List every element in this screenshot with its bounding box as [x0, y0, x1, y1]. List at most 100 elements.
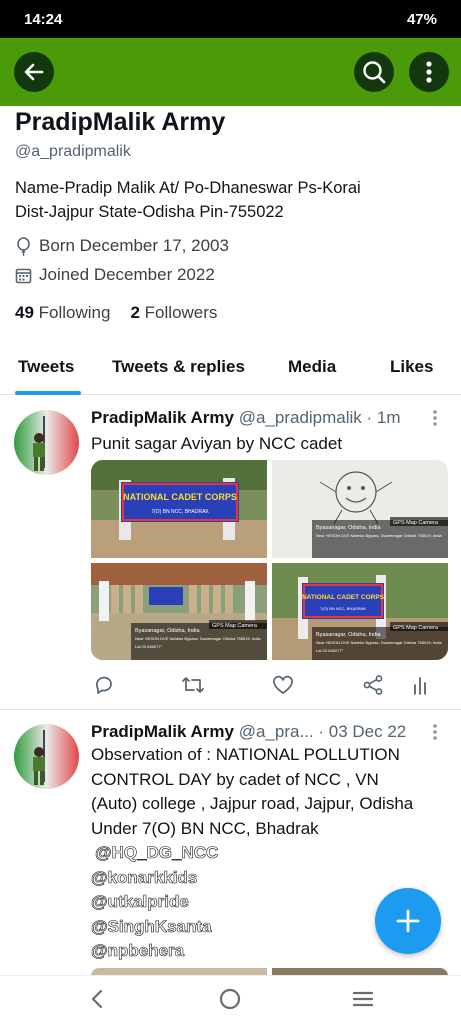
search-button[interactable] — [354, 52, 394, 92]
back-icon — [91, 989, 103, 1009]
tweet-photo[interactable]: Byasanagar, Odisha, India Near HESON DVE… — [272, 460, 448, 558]
nav-home-button[interactable] — [219, 988, 241, 1015]
tab-likes[interactable]: Likes — [390, 357, 433, 377]
like-button[interactable] — [272, 674, 294, 701]
analytics-icon — [414, 677, 426, 695]
banner-text: NATIONAL CADET CORPS — [302, 594, 385, 601]
tweet-author-handle: @a_pra... — [238, 722, 314, 741]
share-button[interactable] — [362, 674, 384, 701]
calendar-icon — [15, 268, 32, 283]
gps-badge: GPS Map Camera — [393, 520, 439, 526]
tweet-photo[interactable] — [91, 968, 267, 975]
home-icon — [219, 988, 241, 1010]
banner-text: NATIONAL CADET CORPS — [123, 492, 237, 502]
nav-back-button[interactable] — [88, 988, 106, 1015]
tweet-text-line: Observation of : NATIONAL POLLUTION — [91, 745, 400, 764]
following-count: 49 — [15, 303, 34, 322]
plus-icon — [396, 909, 420, 933]
joined-row: Joined December 2022 — [15, 265, 215, 285]
tweet-photo[interactable]: Byasanagar, Odisha, India Near HESON DVE… — [91, 563, 267, 660]
tweet[interactable]: PradipMalik Army @a_pradipmalik · 1m Pun… — [0, 396, 461, 710]
mention-text: @HQ_DG_NCC — [95, 843, 219, 863]
more-vertical-icon — [426, 61, 432, 83]
followers-count: 2 — [130, 303, 140, 322]
tweet-header: PradipMalik Army @a_pra... · 03 Dec 22 — [91, 722, 406, 742]
overlay-line: Near HESON DVE Naheko Bypass, Dwarenagar… — [316, 640, 442, 645]
avatar[interactable] — [14, 410, 79, 475]
profile-tabs: Tweets Tweets & replies Media Likes — [0, 345, 461, 395]
birthday-row: Born December 17, 2003 — [15, 236, 229, 256]
active-tab-indicator — [15, 391, 81, 395]
tweet-text-line: (Auto) college , Jajpur road, Jajpur, Od… — [91, 794, 414, 813]
following-label: Following — [38, 303, 111, 322]
profile-handle: @a_pradipmalik — [15, 143, 131, 160]
tweet-actions — [91, 674, 436, 696]
more-vertical-icon — [433, 724, 437, 740]
tweet-text-line: Under 7(O) BN NCC, Bhadrak — [91, 818, 319, 838]
mention-link[interactable]: @konarkkids — [91, 865, 441, 890]
analytics-button[interactable] — [413, 674, 429, 701]
overlay-line: Near HESON DVE Naheko Bypass, Dwarenagar… — [316, 533, 442, 538]
banner-subtext: 7(O) BN NCC, BHADRAK — [320, 606, 366, 611]
overlay-title: Byasanagar, Odisha, India — [316, 525, 381, 531]
tab-tweets[interactable]: Tweets — [18, 357, 74, 377]
status-time: 14:24 — [24, 11, 63, 28]
tweet-photo[interactable]: NATIONAL CADET CORPS 7(O) BN NCC, BHADRA… — [272, 563, 448, 660]
nav-recents-button[interactable] — [352, 988, 374, 1015]
more-options-button[interactable] — [409, 52, 449, 92]
arrow-left-icon — [24, 63, 44, 81]
more-vertical-icon — [433, 410, 437, 426]
tweet-media-grid: NATIONAL CADET CORPS 7(O) BN NCC, BHADRA… — [91, 460, 448, 660]
birthday-text: Born December 17, 2003 — [39, 236, 229, 255]
retweet-button[interactable] — [181, 674, 205, 701]
tweet-menu-button[interactable] — [432, 724, 440, 745]
following-link[interactable]: 49 Following — [15, 303, 110, 323]
tweet-time: · 1m — [366, 408, 401, 427]
tab-media[interactable]: Media — [288, 357, 336, 377]
profile-bio: Name-Pradip Malik At/ Po-Dhaneswar Ps-Ko… — [15, 176, 446, 224]
tweet-text-line: CONTROL DAY by cadet of NCC , VN — [91, 769, 379, 789]
mention-link[interactable]: @HQ_DG_NCC — [91, 841, 441, 866]
search-icon — [363, 61, 386, 84]
tweet-author-handle: @a_pradipmalik — [238, 408, 362, 427]
overlay-lat: Lat 20.846077° — [316, 648, 344, 653]
profile-name: PradipMalik Army — [15, 108, 226, 136]
joined-text: Joined December 2022 — [39, 265, 215, 284]
mention-text: @SinghKsanta — [91, 916, 212, 936]
reply-button[interactable] — [93, 674, 115, 701]
like-icon — [273, 675, 293, 694]
recents-icon — [352, 991, 374, 1007]
system-nav-bar — [0, 975, 461, 1024]
followers-label: Followers — [144, 303, 218, 322]
tweet-photo[interactable]: NATIONAL CADET CORPS 7(O) BN NCC, BHADRA… — [91, 460, 267, 558]
battery-level: 47% — [406, 11, 437, 28]
avatar-image — [14, 410, 79, 475]
tweet-author-name[interactable]: PradipMalik Army — [91, 722, 234, 741]
reply-icon — [96, 676, 112, 694]
overlay-lat: Lat 20.846077° — [135, 644, 163, 649]
avatar-image — [14, 724, 79, 789]
tweet-time: · 03 Dec 22 — [318, 722, 407, 741]
compose-tweet-button[interactable] — [375, 888, 441, 954]
tweet-menu-button[interactable] — [432, 410, 440, 431]
bio-line: Name-Pradip Malik At/ Po-Dhaneswar Ps-Ko… — [15, 179, 361, 197]
tweet-header: PradipMalik Army @a_pradipmalik · 1m — [91, 408, 401, 428]
overlay-line: Near HESON DVE Naheko Bypass, Dwarenagar… — [135, 636, 261, 641]
status-bar: 14:24 47% — [0, 0, 461, 38]
tweet-author-name[interactable]: PradipMalik Army — [91, 408, 234, 427]
gps-badge: GPS Map Camera — [212, 623, 258, 629]
tweet-photo[interactable] — [272, 968, 448, 975]
overlay-title: Byasanagar, Odisha, India — [135, 628, 200, 634]
avatar[interactable] — [14, 724, 79, 789]
back-button[interactable] — [14, 52, 54, 92]
mention-text: @npbehera — [91, 941, 185, 961]
mention-text: @konarkkids — [91, 867, 198, 887]
follow-stats: 49 Following 2 Followers — [15, 303, 217, 323]
banner-subtext: 7(O) BN NCC, BHADRAK — [151, 509, 209, 515]
share-icon — [363, 675, 383, 695]
tweet-text: Punit sagar Aviyan by NCC cadet — [91, 434, 343, 453]
followers-link[interactable]: 2 Followers — [130, 303, 217, 323]
app-bar — [0, 38, 461, 106]
tab-tweets-replies[interactable]: Tweets & replies — [112, 357, 245, 377]
bio-line: Dist-Jajpur State-Odisha Pin-755022 — [15, 203, 284, 221]
